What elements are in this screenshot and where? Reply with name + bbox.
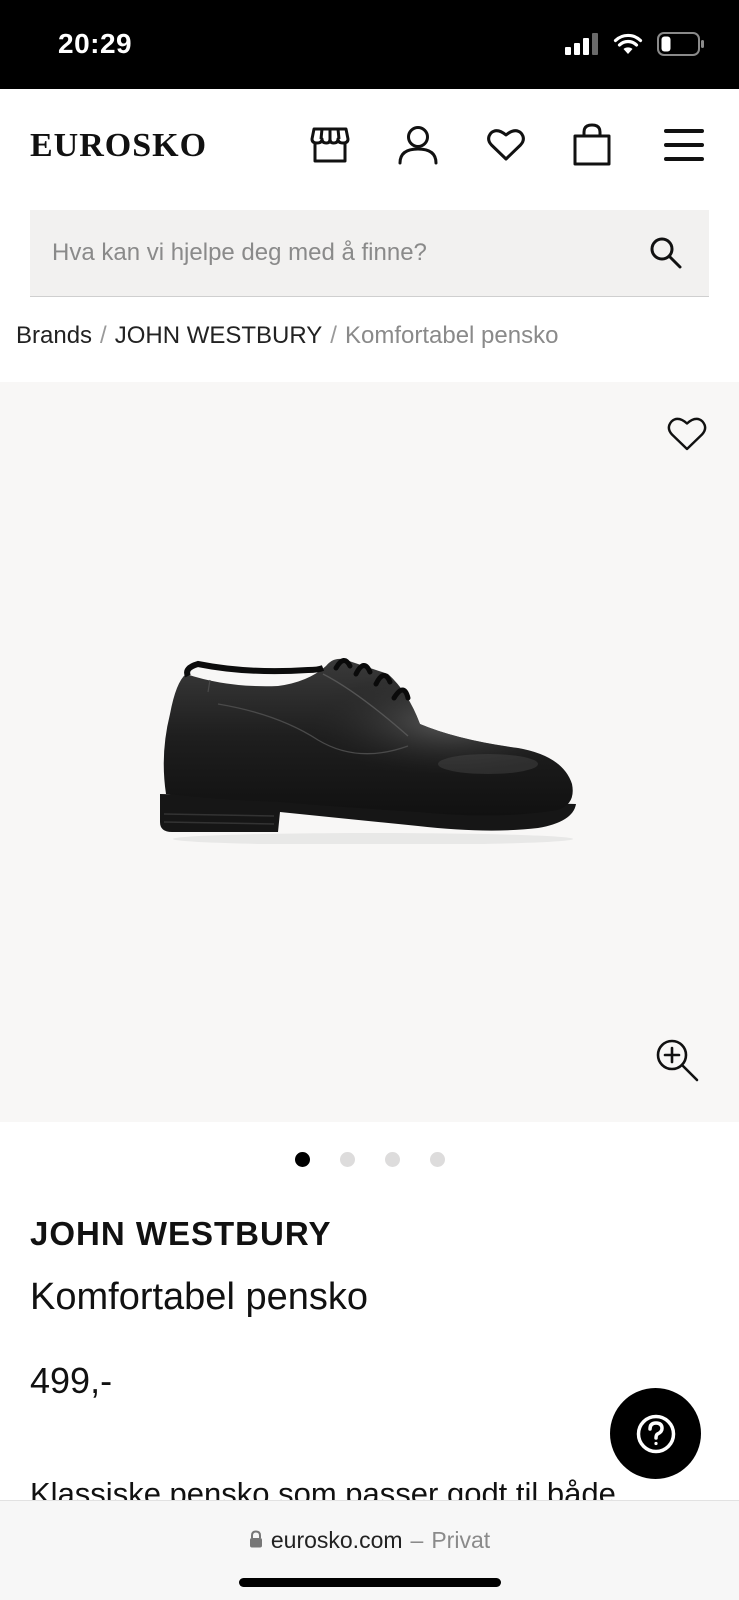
breadcrumb-separator: /: [100, 322, 107, 349]
wishlist-heart-icon[interactable]: [484, 123, 528, 167]
breadcrumb-john-westbury[interactable]: JOHN WESTBURY: [115, 322, 323, 350]
private-mode-label: Privat: [431, 1527, 491, 1553]
product-price: 499,-: [30, 1360, 113, 1401]
browser-address-bar[interactable]: eurosko.com – Privat: [0, 1500, 739, 1600]
zoom-in-icon[interactable]: [653, 1036, 701, 1084]
product-title: Komfortabel pensko: [30, 1276, 368, 1318]
question-mark-icon: [636, 1414, 675, 1453]
url-separator: –: [410, 1527, 424, 1553]
breadcrumb-current: Komfortabel pensko: [344, 322, 559, 349]
breadcrumb-brands[interactable]: Brands: [16, 322, 92, 350]
home-indicator[interactable]: [239, 1578, 501, 1587]
site-header: EUROSKO: [0, 89, 739, 209]
battery-icon: [657, 32, 705, 61]
status-time: 20:29: [58, 28, 133, 59]
menu-icon[interactable]: [662, 123, 706, 167]
shopping-bag-icon[interactable]: [570, 123, 614, 167]
lock-icon: [249, 1527, 263, 1554]
product-image-shoe: [158, 644, 588, 849]
product-brand[interactable]: JOHN WESTBURY: [30, 1215, 331, 1253]
gallery-dot-1[interactable]: [294, 1152, 310, 1167]
product-image-gallery[interactable]: [0, 382, 739, 1122]
breadcrumb-separator: /: [330, 322, 337, 349]
url-text: eurosko.com: [270, 1527, 403, 1553]
store-icon[interactable]: [308, 123, 352, 167]
gallery-dot-2[interactable]: [339, 1152, 355, 1167]
account-icon[interactable]: [396, 123, 440, 167]
cellular-signal-icon: [565, 33, 599, 60]
search-icon[interactable]: [645, 232, 687, 274]
search-bar: [30, 210, 709, 297]
breadcrumb: Brands / JOHN WESTBURY / Komfortabel pen…: [16, 322, 558, 350]
search-input[interactable]: [52, 210, 612, 296]
gallery-dot-3[interactable]: [384, 1152, 400, 1167]
eurosko-logo[interactable]: EUROSKO: [30, 127, 207, 165]
gallery-pagination: [0, 1152, 739, 1167]
wifi-icon: [613, 33, 643, 60]
address-bar[interactable]: eurosko.com – Privat: [0, 1527, 739, 1554]
status-bar: 20:29: [0, 0, 739, 89]
gallery-dot-4[interactable]: [429, 1152, 445, 1167]
help-button[interactable]: [610, 1388, 701, 1479]
status-icons: [565, 32, 705, 61]
add-to-wishlist-heart-icon[interactable]: [665, 412, 709, 456]
